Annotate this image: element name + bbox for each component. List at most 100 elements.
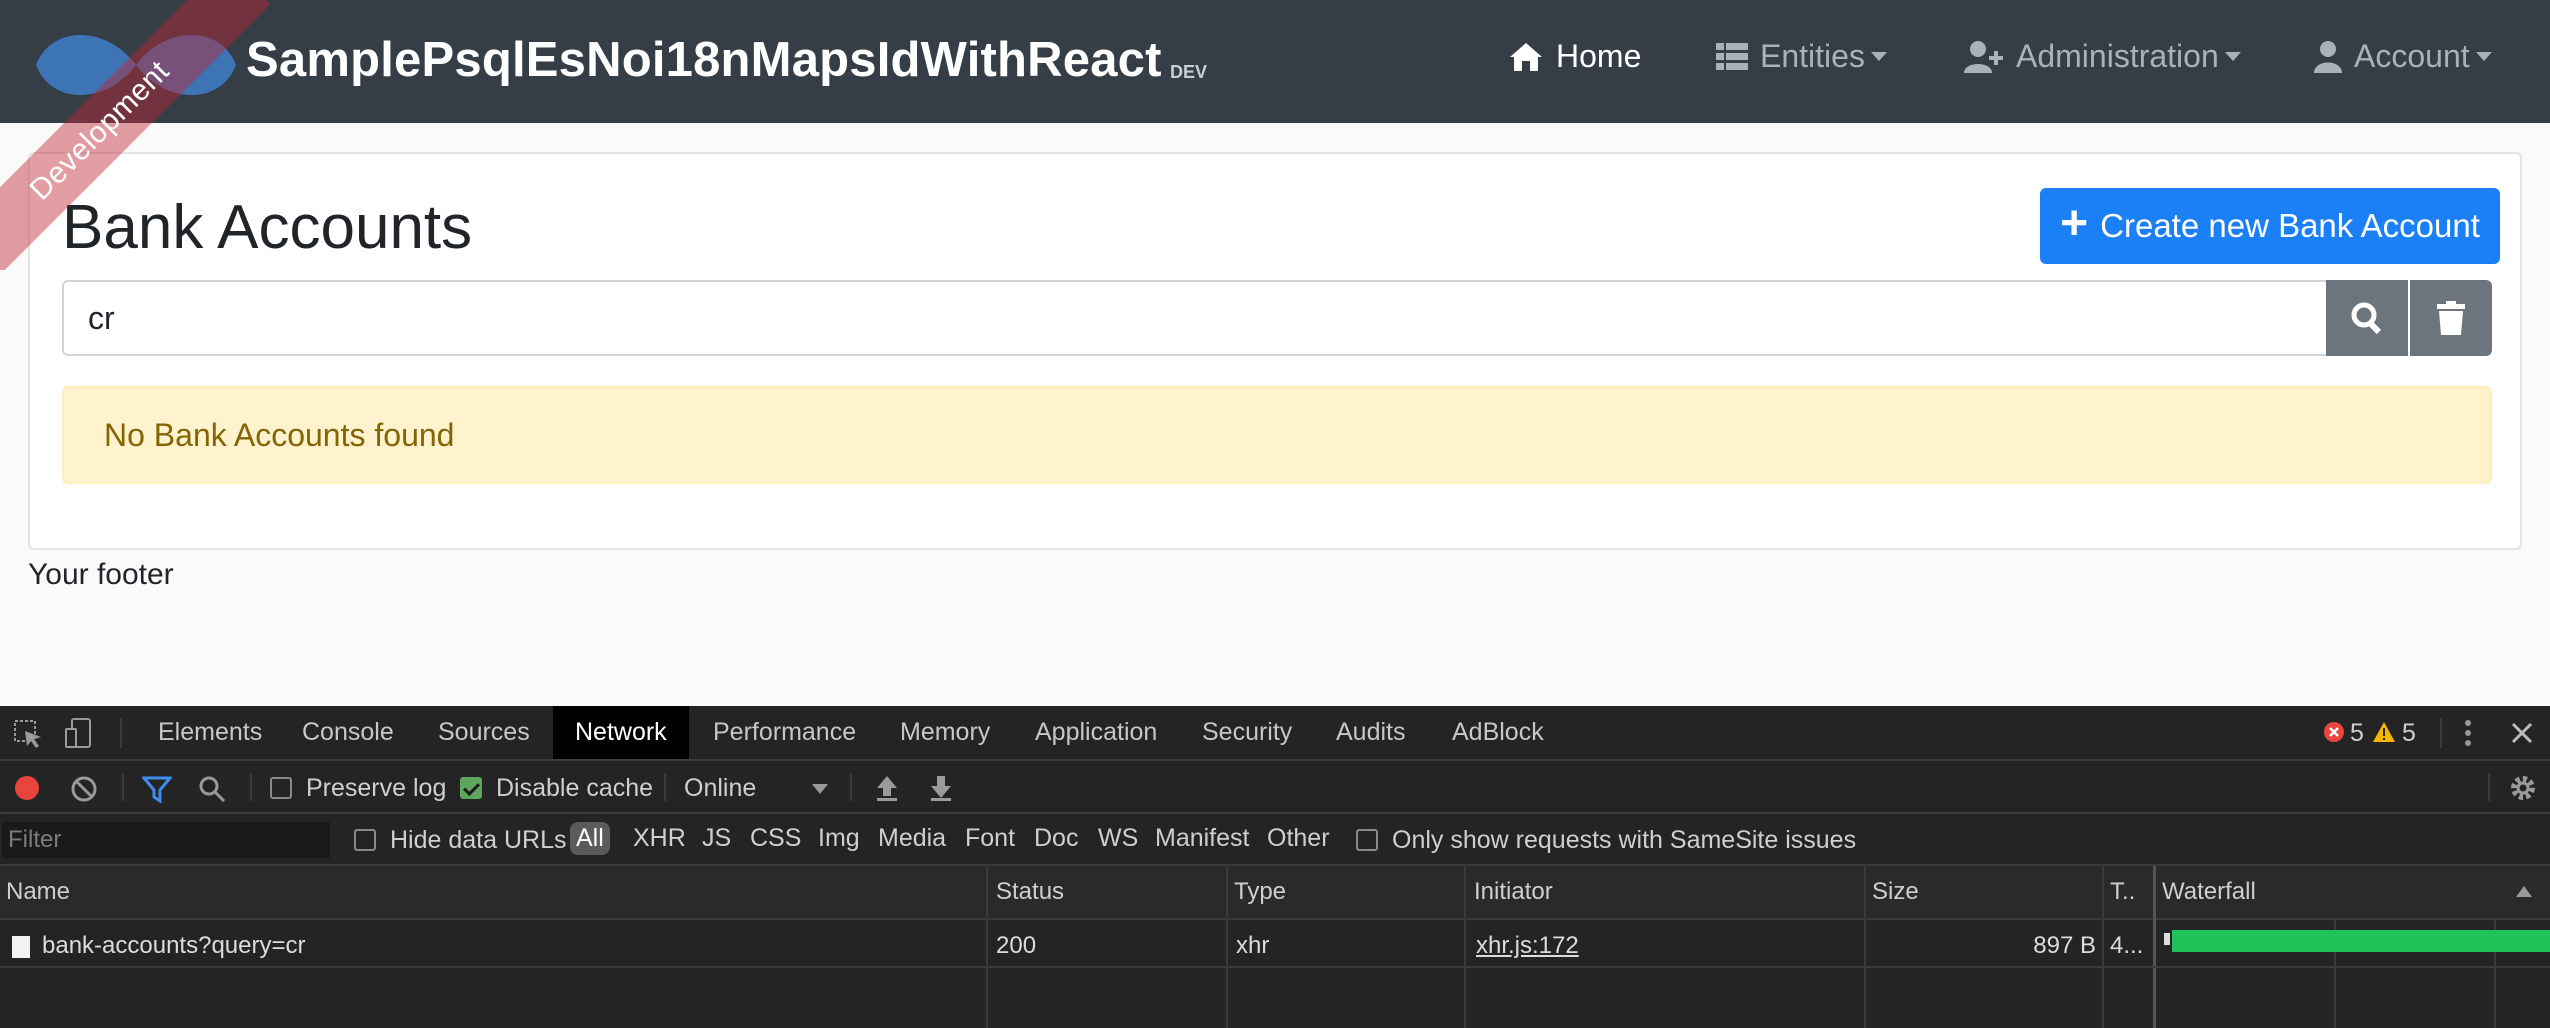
- tab-performance[interactable]: Performance: [691, 706, 878, 759]
- column-initiator[interactable]: Initiator: [1468, 866, 1553, 918]
- create-bank-account-button[interactable]: + Create new Bank Account: [2040, 188, 2500, 264]
- column-size[interactable]: Size: [1866, 866, 1919, 918]
- nav-entities[interactable]: Entities: [1716, 38, 1887, 75]
- preserve-log-label: Preserve log: [306, 774, 447, 802]
- app-logo[interactable]: [26, 20, 246, 110]
- filter-media[interactable]: Media: [878, 824, 946, 853]
- tab-elements[interactable]: Elements: [136, 706, 284, 759]
- nav-home-label: Home: [1556, 38, 1642, 74]
- document-icon: [12, 936, 30, 958]
- request-name[interactable]: bank-accounts?query=cr: [42, 932, 305, 960]
- chevron-down-icon: [1870, 52, 1887, 61]
- chevron-down-icon: [2224, 52, 2241, 61]
- search-input[interactable]: [62, 280, 2360, 356]
- filter-js[interactable]: JS: [702, 824, 731, 853]
- request-type: xhr: [1236, 932, 1270, 959]
- no-results-alert: No Bank Accounts found: [62, 386, 2492, 484]
- tab-application[interactable]: Application: [1013, 706, 1179, 759]
- record-icon[interactable]: [14, 775, 40, 801]
- clear-search-button[interactable]: [2410, 280, 2492, 356]
- tab-audits[interactable]: Audits: [1314, 706, 1427, 759]
- request-time: 4...: [2110, 932, 2144, 959]
- samesite-label: Only show requests with SameSite issues: [1392, 826, 1857, 854]
- more-options-icon[interactable]: [2456, 718, 2480, 748]
- throttling-select[interactable]: Online: [684, 774, 756, 803]
- filter-font[interactable]: Font: [965, 824, 1015, 853]
- filter-all[interactable]: All: [570, 822, 610, 855]
- network-filter-input[interactable]: [2, 822, 330, 858]
- close-icon[interactable]: [2508, 718, 2536, 748]
- request-initiator-link[interactable]: xhr.js:172: [1476, 932, 1579, 960]
- tab-network[interactable]: Network: [553, 706, 689, 759]
- filter-ws[interactable]: WS: [1098, 824, 1138, 853]
- column-type[interactable]: Type: [1228, 866, 1286, 918]
- column-time[interactable]: T..: [2104, 866, 2135, 918]
- sort-ascending-icon[interactable]: [2516, 886, 2532, 897]
- device-toolbar-icon[interactable]: [62, 716, 96, 750]
- disable-cache-label: Disable cache: [496, 774, 654, 802]
- tab-console[interactable]: Console: [280, 706, 416, 759]
- tab-adblock[interactable]: AdBlock: [1430, 706, 1566, 759]
- page-footer: Your footer: [28, 558, 174, 591]
- list-icon: [1716, 42, 1748, 70]
- network-filterbar: Hide data URLs All XHR JS CSS Img Media …: [0, 814, 2550, 866]
- devtools-panel: Elements Console Sources Network Perform…: [0, 706, 2550, 1028]
- nav-account[interactable]: Account: [2314, 38, 2492, 75]
- home-icon: [1510, 42, 1542, 71]
- request-size: 897 B: [2033, 932, 2096, 959]
- filter-xhr[interactable]: XHR: [633, 824, 686, 853]
- filter-img[interactable]: Img: [818, 824, 860, 853]
- tab-security[interactable]: Security: [1180, 706, 1314, 759]
- brand-title[interactable]: SamplePsqlEsNoi18nMapsIdWithReact: [246, 32, 1162, 88]
- disable-cache-checkbox[interactable]: [460, 777, 482, 799]
- page-title: Bank Accounts: [62, 193, 473, 262]
- tab-sources[interactable]: Sources: [416, 706, 552, 759]
- search-icon[interactable]: [198, 775, 226, 803]
- import-har-icon[interactable]: [874, 773, 900, 803]
- error-count[interactable]: 5: [2350, 719, 2364, 748]
- column-waterfall[interactable]: Waterfall: [2156, 866, 2256, 918]
- create-button-label: Create new Bank Account: [2100, 207, 2480, 244]
- tab-memory[interactable]: Memory: [878, 706, 1012, 759]
- nav-administration[interactable]: Administration: [1964, 38, 2241, 75]
- hide-data-urls-label: Hide data URLs: [390, 826, 567, 854]
- devtools-tabbar: Elements Console Sources Network Perform…: [0, 706, 2550, 761]
- waterfall-bar[interactable]: [2172, 930, 2550, 952]
- filter-manifest[interactable]: Manifest: [1155, 824, 1249, 853]
- search-button[interactable]: [2326, 280, 2408, 356]
- user-icon: [2314, 40, 2342, 73]
- export-har-icon[interactable]: [928, 773, 954, 803]
- warning-icon[interactable]: [2372, 720, 2396, 744]
- hide-data-urls-checkbox[interactable]: [354, 829, 376, 851]
- preserve-log-checkbox[interactable]: [270, 777, 292, 799]
- column-status[interactable]: Status: [990, 866, 1064, 918]
- trash-icon: [2437, 301, 2465, 335]
- column-name[interactable]: Name: [0, 866, 70, 918]
- search-icon: [2351, 302, 2382, 335]
- filter-icon[interactable]: [142, 775, 172, 803]
- chevron-down-icon[interactable]: [812, 784, 828, 794]
- plus-icon: +: [2060, 197, 2089, 250]
- samesite-checkbox[interactable]: [1356, 829, 1378, 851]
- error-icon[interactable]: [2322, 720, 2346, 744]
- nav-entities-label: Entities: [1760, 38, 1865, 74]
- filter-css[interactable]: CSS: [750, 824, 801, 853]
- network-table-header: Name Status Type Initiator Size T.. Wate…: [0, 866, 2550, 920]
- warning-count[interactable]: 5: [2402, 719, 2416, 748]
- user-plus-icon: [1964, 40, 2003, 73]
- chevron-down-icon: [2475, 52, 2492, 61]
- request-status: 200: [996, 932, 1037, 959]
- network-toolbar: Preserve log Disable cache Online: [0, 761, 2550, 814]
- waterfall-queue-marker: [2164, 933, 2170, 945]
- nav-account-label: Account: [2354, 38, 2470, 74]
- filter-other[interactable]: Other: [1267, 824, 1330, 853]
- inspect-element-icon[interactable]: [12, 718, 44, 750]
- clear-icon[interactable]: [70, 775, 98, 803]
- app-navbar: Development SamplePsqlEsNoi18nMapsIdWith…: [0, 0, 2550, 270]
- gear-icon[interactable]: [2508, 773, 2538, 803]
- bank-accounts-card: Bank Accounts + Create new Bank Account …: [28, 152, 2522, 550]
- filter-doc[interactable]: Doc: [1034, 824, 1078, 853]
- env-badge: DEV: [1170, 62, 1208, 82]
- nav-administration-label: Administration: [2016, 38, 2219, 74]
- nav-home[interactable]: Home: [1508, 38, 1641, 75]
